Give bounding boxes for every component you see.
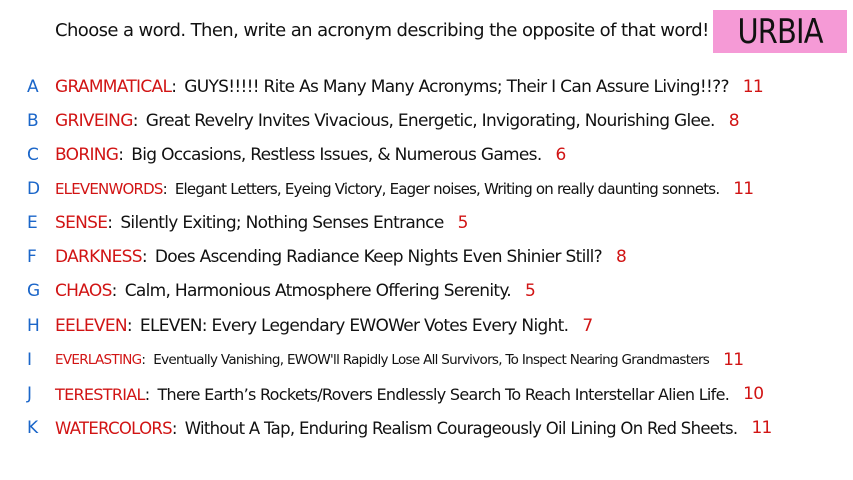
entry-word: SENSE (55, 213, 108, 233)
entry-score: 10 (743, 384, 764, 404)
entry-word: GRAMMATICAL (55, 77, 172, 97)
entry-colon: : (118, 145, 124, 165)
entry-letter: H (27, 316, 40, 336)
entry-colon: : (144, 384, 150, 404)
entry-body: GRAMMATICAL: GUYS!!!!! Rite As Many Many… (55, 77, 764, 97)
entry-letter: B (27, 111, 39, 131)
entry-word: CHAOS (55, 281, 112, 301)
entry-score: 6 (555, 145, 567, 165)
entry-letter: I (27, 350, 32, 370)
entry-acronym: Without A Tap, Enduring Realism Courageo… (184, 418, 738, 438)
entry-acronym: There Earth’s Rockets/Rovers Endlessly S… (157, 384, 730, 404)
entry-acronym: Calm, Harmonious Atmosphere Offering Ser… (124, 281, 512, 301)
entry-letter: G (27, 281, 40, 301)
entry-score: 5 (457, 213, 469, 233)
entry-acronym: Great Revelry Invites Vivacious, Energet… (145, 111, 716, 131)
entry-score: 11 (733, 179, 754, 199)
entry-word: BORING (55, 145, 119, 165)
entry-score: 11 (742, 77, 764, 97)
entry-body: SENSE: Silently Exiting; Nothing Senses … (55, 213, 468, 233)
entry-colon: : (107, 213, 113, 233)
entry-body: EELEVEN: ELEVEN: Every Legendary EWOWer … (55, 316, 593, 336)
prompt-text: Choose a word. Then, write an acronym de… (55, 20, 709, 41)
entry-acronym: Eventually Vanishing, EWOW'll Rapidly Lo… (153, 352, 710, 368)
entry-letter: E (27, 213, 38, 233)
entry-word: EELEVEN (55, 316, 128, 336)
entry-score: 8 (728, 111, 740, 131)
entry-body: DARKNESS: Does Ascending Radiance Keep N… (55, 247, 627, 267)
entry-letter: K (27, 418, 38, 438)
entry-score: 11 (751, 418, 772, 438)
entry-colon: : (132, 111, 139, 131)
entry-word: WATERCOLORS (55, 418, 173, 438)
entry-body: WATERCOLORS: Without A Tap, Enduring Rea… (55, 418, 772, 438)
entry-body: TERESTRIAL: There Earth’s Rockets/Rovers… (55, 384, 764, 404)
entry-acronym: GUYS!!!!! Rite As Many Many Acronyms; Th… (184, 77, 729, 97)
entry-acronym: Elegant Letters, Eyeing Victory, Eager n… (174, 180, 720, 198)
entry-word: GRIVEING (55, 111, 133, 131)
entry-word: TERESTRIAL (55, 384, 145, 404)
entry-word: ELEVENWORDS (55, 180, 163, 198)
contestant-name-badge: URBIA (713, 10, 847, 53)
entry-letter: F (27, 247, 37, 267)
entry-colon: : (141, 247, 148, 267)
entry-colon: : (111, 281, 118, 301)
entry-body: ELEVENWORDS: Elegant Letters, Eyeing Vic… (55, 179, 754, 199)
entry-score: 11 (723, 350, 744, 370)
contestant-name: URBIA (737, 11, 823, 52)
entry-colon: : (171, 418, 178, 438)
entry-score: 8 (615, 247, 627, 267)
entry-word: DARKNESS (55, 247, 143, 267)
entry-letter: A (27, 77, 39, 97)
entry-colon: : (126, 316, 133, 336)
entry-body: BORING: Big Occasions, Restless Issues, … (55, 145, 566, 165)
entry-letter: D (27, 179, 40, 199)
entry-word: EVERLASTING (55, 352, 142, 368)
entry-acronym: Silently Exiting; Nothing Senses Entranc… (120, 213, 444, 233)
entry-colon: : (171, 77, 177, 97)
entry-body: CHAOS: Calm, Harmonious Atmosphere Offer… (55, 281, 536, 301)
entry-acronym: Does Ascending Radiance Keep Nights Even… (154, 247, 603, 267)
entry-score: 7 (582, 316, 593, 336)
entry-body: GRIVEING: Great Revelry Invites Vivaciou… (55, 111, 740, 131)
entry-letter: J (27, 384, 32, 404)
entry-score: 5 (525, 281, 536, 301)
entry-letter: C (27, 145, 39, 165)
entry-acronym: Big Occasions, Restless Issues, & Numero… (131, 145, 542, 165)
entry-body: EVERLASTING: Eventually Vanishing, EWOW'… (55, 350, 744, 370)
entry-colon: : (162, 180, 168, 198)
entry-acronym: ELEVEN: Every Legendary EWOWer Votes Eve… (139, 316, 569, 336)
entry-colon: : (141, 352, 146, 368)
